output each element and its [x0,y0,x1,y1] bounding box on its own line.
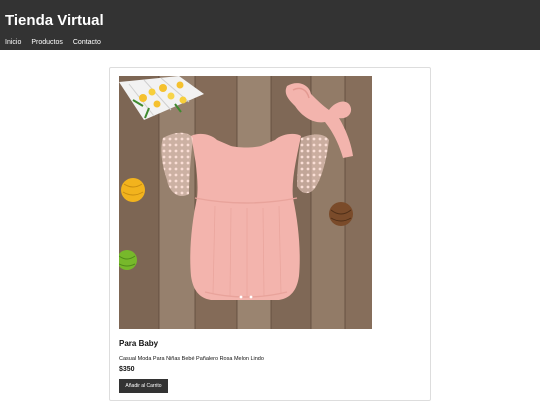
nav-link-contacto[interactable]: Contacto [73,38,101,47]
product-image [119,76,372,329]
baby-romper-photo [119,76,372,329]
product-name: Para Baby [119,339,159,348]
nav-link-inicio[interactable]: Inicio [5,38,21,47]
main-nav: Inicio Productos Contacto [5,38,101,47]
product-price: $350 [119,366,135,373]
add-to-cart-button[interactable]: Añadir al Carrito [119,379,168,393]
product-description: Casual Moda Para Niñas Bebé Pañalero Ros… [119,356,264,362]
product-card: Para Baby Casual Moda Para Niñas Bebé Pa… [109,67,431,401]
site-header: Tienda Virtual Inicio Productos Contacto [0,0,540,50]
nav-link-productos[interactable]: Productos [31,38,63,47]
site-title: Tienda Virtual [5,12,104,29]
